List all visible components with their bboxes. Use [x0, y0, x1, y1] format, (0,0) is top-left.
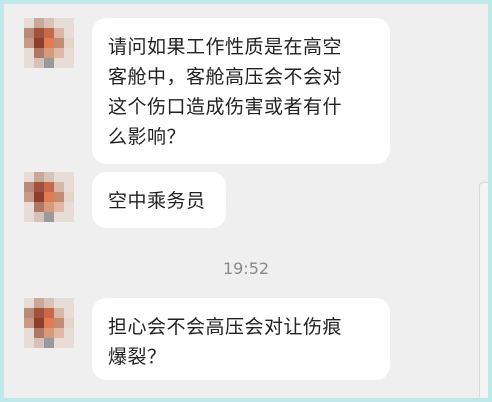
- message-bubble[interactable]: 请问如果工作性质是在高空 客舱中，客舱高压会不会对 这个伤口造成伤害或者有什 么…: [92, 18, 390, 164]
- message-bubble[interactable]: 空中乘务员: [92, 172, 226, 228]
- pixelated-avatar-icon[interactable]: [24, 298, 74, 348]
- pixelated-avatar-icon[interactable]: [24, 172, 74, 222]
- message-text: 请问如果工作性质是在高空 客舱中，客舱高压会不会对 这个伤口造成伤害或者有什 么…: [108, 36, 343, 148]
- pixelated-avatar-icon[interactable]: [24, 18, 74, 68]
- message-text: 担心会不会高压会对让伤痕 爆裂？: [108, 316, 343, 368]
- chat-window: 请问如果工作性质是在高空 客舱中，客舱高压会不会对 这个伤口造成伤害或者有什 么…: [4, 4, 488, 398]
- timestamp: 19:52: [222, 259, 270, 278]
- message-text: 空中乘务员: [108, 190, 206, 212]
- scrollbar[interactable]: [479, 182, 488, 397]
- message-bubble[interactable]: 担心会不会高压会对让伤痕 爆裂？: [92, 298, 390, 380]
